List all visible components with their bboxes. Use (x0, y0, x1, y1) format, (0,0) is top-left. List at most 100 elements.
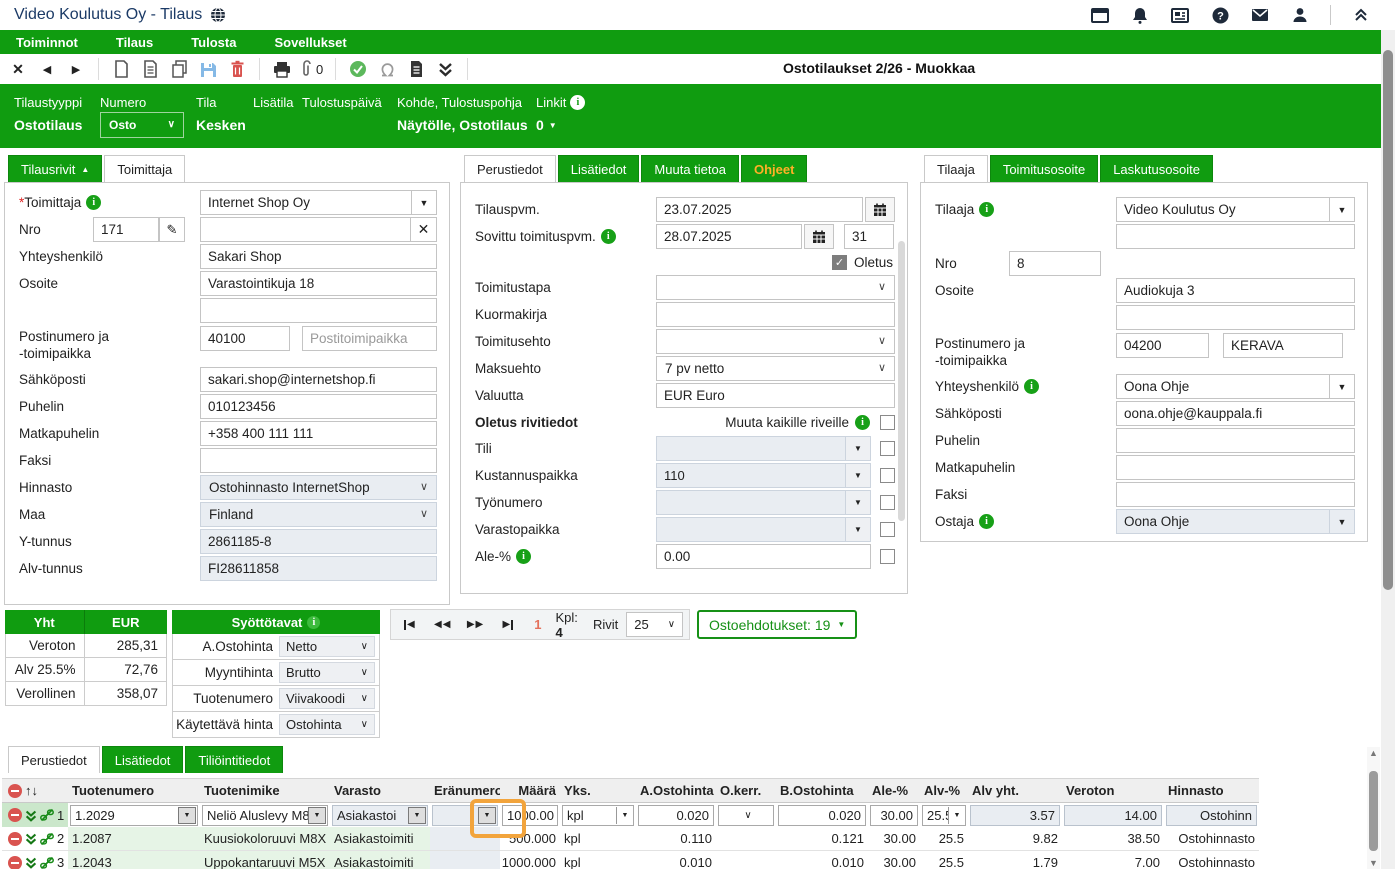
menu-tilaus[interactable]: Tilaus (116, 35, 153, 50)
collapse-chevrons-icon[interactable] (1351, 4, 1371, 26)
tuotenimike-cell[interactable]: Uppokantaruuvi M5X (200, 851, 330, 869)
page-size-select[interactable]: 25∨ (626, 612, 683, 637)
remove-row-icon[interactable] (8, 832, 22, 846)
tilaaja-matkapuhelin-field[interactable] (1116, 455, 1355, 480)
col-o-kerr[interactable]: O.kerr. (716, 779, 776, 802)
osoite-field[interactable]: Varastointikuja 18 (200, 271, 437, 296)
eranumero-dropdown-button[interactable]: ▼ (478, 807, 496, 824)
ale-cell[interactable]: 30.00 (868, 851, 920, 869)
last-page-button[interactable]: ▶ (495, 613, 520, 636)
page-scrollbar-thumb[interactable] (1383, 50, 1393, 590)
import-rows-icon[interactable] (435, 58, 455, 80)
col-hinnasto[interactable]: Hinnasto (1164, 779, 1259, 802)
col-alv-yht[interactable]: Alv yht. (968, 779, 1062, 802)
col-veroton[interactable]: Veroton (1062, 779, 1164, 802)
numero-select[interactable]: Osto∨ (100, 112, 184, 138)
help-icon[interactable]: ? (1210, 4, 1230, 26)
col-eranumero[interactable]: Eränumero (430, 779, 500, 802)
kaytettava-hinta-mode-select[interactable]: Ostohinta∨ (279, 714, 375, 735)
copy-icon[interactable] (169, 58, 189, 80)
tab-toimittaja[interactable]: Toimittaja (104, 155, 185, 182)
remove-row-icon[interactable] (8, 856, 22, 869)
tyonumero-checkbox[interactable] (880, 495, 895, 510)
tilaaja-osoite2-field[interactable] (1116, 305, 1355, 330)
tab-grid-perustiedot[interactable]: Perustiedot (8, 746, 100, 773)
dropdown-button[interactable]: ▼ (308, 807, 326, 824)
tab-tilaaja[interactable]: Tilaaja (924, 155, 988, 182)
col-alv[interactable]: Alv-% (920, 779, 968, 802)
chevron-down-icon[interactable]: ▼ (411, 190, 437, 215)
tilauspvm-field[interactable]: 23.07.2025 (656, 197, 863, 222)
import-row-icon[interactable] (25, 809, 37, 822)
toimitusehto-select[interactable]: ∨ (656, 329, 895, 354)
postinumero-field[interactable]: 40100 (200, 326, 290, 351)
kustannuspaikka-select[interactable]: 110▼ (656, 463, 871, 488)
current-page[interactable]: 1 (534, 617, 541, 632)
yks-cell[interactable]: kpl (560, 851, 636, 869)
toimipaikka-field[interactable]: Postitoimipaikka (302, 326, 437, 351)
unlink-icon[interactable] (40, 832, 54, 846)
tilaaja-osoite-field[interactable]: Audiokuja 3 (1116, 278, 1355, 303)
o-kerr-cell[interactable]: ∨ (718, 805, 774, 826)
faksi-field[interactable] (200, 448, 437, 473)
a-ostohinta-cell[interactable]: 0.110 (636, 827, 716, 850)
prev-page-button[interactable]: ◀◀ (430, 613, 455, 636)
dropdown-button[interactable]: ▼ (408, 807, 426, 824)
hinnasto-select[interactable]: Ostohinnasto InternetShop∨ (200, 475, 437, 500)
menu-tulosta[interactable]: Tulosta (191, 35, 236, 50)
notifications-bell-icon[interactable] (1130, 4, 1150, 26)
import-row-icon[interactable] (25, 856, 37, 869)
osoite2-field[interactable] (200, 298, 437, 323)
import-row-icon[interactable] (25, 832, 37, 845)
previous-record-icon[interactable]: ◀ (37, 58, 57, 80)
kustannuspaikka-checkbox[interactable] (880, 468, 895, 483)
ale-cell[interactable]: 30.00 (870, 805, 918, 826)
b-ostohinta-cell[interactable]: 0.020 (778, 805, 866, 826)
info-icon[interactable]: i (601, 229, 616, 244)
close-icon[interactable]: ✕ (8, 58, 28, 80)
info-icon[interactable]: i (516, 549, 531, 564)
tuotenimike-cell[interactable]: Neliö Aluslevy M8▼ (202, 805, 328, 826)
tilaaja-yhteyshenkilo-select[interactable]: Oona Ohje▼ (1116, 374, 1355, 399)
document-lines-icon[interactable] (140, 58, 160, 80)
details-scrollbar[interactable] (898, 241, 905, 521)
dropdown-button[interactable]: ▼ (616, 807, 633, 824)
col-varasto[interactable]: Varasto (330, 779, 430, 802)
tilaaja-puhelin-field[interactable] (1116, 428, 1355, 453)
a-ostohinta-mode-select[interactable]: Netto∨ (279, 636, 375, 657)
remove-row-icon[interactable] (8, 808, 22, 822)
calendar-icon[interactable] (804, 224, 834, 249)
attachments-icon[interactable]: 0 (301, 58, 323, 80)
scroll-down-icon[interactable]: ▼ (1367, 858, 1380, 868)
myyntihinta-mode-select[interactable]: Brutto∨ (279, 662, 375, 683)
tilaaja-nro-field[interactable]: 8 (1009, 251, 1101, 276)
col-yks[interactable]: Yks. (560, 779, 636, 802)
chevron-down-icon[interactable]: ▼ (1329, 374, 1355, 399)
maara-cell[interactable]: 1000.00 (502, 805, 558, 826)
b-ostohinta-cell[interactable]: 0.010 (776, 851, 868, 869)
print-icon[interactable] (272, 58, 292, 80)
varastopaikka-checkbox[interactable] (880, 522, 895, 537)
new-document-icon[interactable] (111, 58, 131, 80)
unlink-icon[interactable] (40, 808, 54, 822)
tilaaja-postinumero-field[interactable]: 04200 (1116, 333, 1209, 358)
col-b-ostohinta[interactable]: B.Ostohinta (776, 779, 868, 802)
ale-checkbox[interactable] (880, 549, 895, 564)
col-maara[interactable]: Määrä (500, 779, 560, 802)
user-icon[interactable] (1290, 4, 1310, 26)
b-ostohinta-cell[interactable]: 0.121 (776, 827, 868, 850)
muuta-kaikille-checkbox[interactable] (880, 415, 895, 430)
toimittaja-select[interactable]: Internet Shop Oy▼ (200, 190, 437, 215)
ale-cell[interactable]: 30.00 (868, 827, 920, 850)
tab-lisatiedot[interactable]: Lisätiedot (558, 155, 640, 182)
sovittu-toimituspvm-field[interactable]: 28.07.2025 (656, 224, 802, 249)
chevron-down-icon[interactable]: ▼ (1329, 197, 1355, 222)
info-icon[interactable]: i (979, 202, 994, 217)
col-a-ostohinta[interactable]: A.Ostohinta (636, 779, 716, 802)
tab-grid-tiliointitiedot[interactable]: Tiliöintitiedot (185, 746, 283, 773)
delete-icon[interactable] (227, 58, 247, 80)
toimittaja-nro-field[interactable]: 171 (93, 217, 159, 242)
varasto-cell[interactable]: Asiakastoimiti (330, 827, 430, 850)
tab-perustiedot[interactable]: Perustiedot (464, 155, 556, 182)
eranumero-cell[interactable] (430, 851, 500, 869)
